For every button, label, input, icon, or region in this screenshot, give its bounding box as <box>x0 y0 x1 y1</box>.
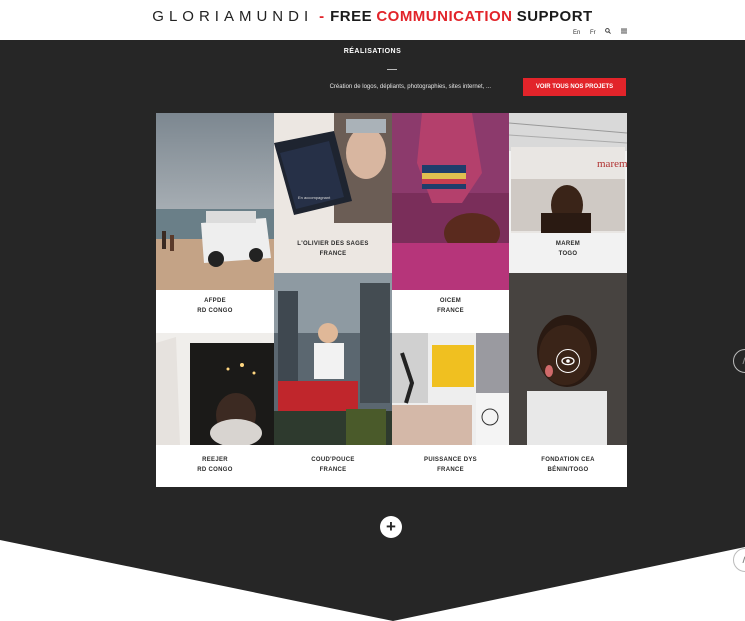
project-place: FRANCE <box>437 308 464 314</box>
project-name: AFPDE <box>204 298 226 304</box>
site-logo[interactable]: GLORIAMUNDI - FREE COMMUNICATION SUPPORT <box>0 8 745 25</box>
project-label-coudpouce-text: COUD'POUCE FRANCE <box>274 455 392 475</box>
project-place: BÉNIN/TOGO <box>547 467 589 473</box>
section-title: RÉALISATIONS <box>343 48 402 55</box>
project-photo-afpde[interactable] <box>156 113 274 290</box>
show-more-button[interactable]: + <box>380 516 402 538</box>
project-name: MAREM <box>555 241 581 247</box>
menu-icon[interactable] <box>621 28 627 36</box>
lang-en-link[interactable]: En <box>573 30 580 36</box>
project-photo-olivier[interactable]: En accompagnant L'OLIVIER DES SAGES FRAN… <box>274 113 392 273</box>
project-label-fondation-cea[interactable]: FONDATION CEA BÉNIN/TOGO <box>509 445 627 487</box>
project-place: TOGO <box>558 251 578 257</box>
project-place: FRANCE <box>319 467 347 473</box>
project-place: RD CONGO <box>197 467 233 473</box>
lang-fr-link[interactable]: Fr <box>590 30 596 36</box>
project-place: FRANCE <box>437 467 464 473</box>
project-name: FONDATION CEA <box>541 457 595 463</box>
project-name: PUISSANCE DYS <box>424 457 477 463</box>
project-label-puissance-dys-text: PUISSANCE DYS FRANCE <box>392 455 509 475</box>
project-photo-oicem[interactable] <box>392 113 509 290</box>
project-name: L'OLIVIER DES SAGES <box>297 241 369 247</box>
project-label-oicem-text: OICEM FRANCE <box>392 296 509 316</box>
site-header: GLORIAMUNDI - FREE COMMUNICATION SUPPORT E… <box>0 0 745 40</box>
project-name: REEJER <box>202 457 228 463</box>
project-label-afpde-text: AFPDE RD CONGO <box>156 296 274 316</box>
tagline-support: SUPPORT <box>516 8 593 25</box>
marem-sign: marem <box>597 158 627 170</box>
project-name: OICEM <box>439 298 462 304</box>
projects-grid: En accompagnant L'OLIVIER DES SAGES FRAN… <box>156 113 627 487</box>
project-label-reejer-text: REEJER RD CONGO <box>156 455 274 475</box>
project-photo-reejer[interactable] <box>156 333 274 445</box>
view-project-eye-icon[interactable] <box>556 349 580 373</box>
project-place: RD CONGO <box>197 308 233 314</box>
tagline-free: FREE <box>330 8 373 25</box>
project-label-coudpouce-area[interactable]: COUD'POUCE FRANCE <box>274 445 392 487</box>
brand-name: GLORIAMUNDI <box>152 8 314 25</box>
view-all-projects-button[interactable]: VOIR TOUS NOS PROJETS <box>523 78 626 96</box>
project-label-puissance-dys[interactable]: PUISSANCE DYS FRANCE <box>392 445 509 487</box>
project-photo-puissance-dys[interactable] <box>392 333 509 445</box>
project-photo-coudpouce[interactable]: COUD'POUCE FRANCE <box>274 273 392 445</box>
tagline-communication: COMMUNICATION <box>376 8 513 25</box>
project-label-marem: MAREM TOGO <box>509 239 627 259</box>
top-nav: En Fr <box>565 28 627 36</box>
project-label-reejer[interactable]: REEJER RD CONGO <box>156 445 274 487</box>
logo-separator: - <box>319 8 325 25</box>
project-photo-marem[interactable]: marem MAREM TOGO <box>509 113 627 273</box>
project-place: FRANCE <box>319 251 347 257</box>
project-label-olivier: L'OLIVIER DES SAGES FRANCE <box>274 239 392 259</box>
title-divider <box>387 69 397 70</box>
svg-text:En accompagnant: En accompagnant <box>298 195 331 200</box>
project-name: COUD'POUCE <box>311 457 355 463</box>
project-label-fondation-cea-text: FONDATION CEA BÉNIN/TOGO <box>509 455 627 475</box>
section-subtitle: Création de logos, dépliants, photograph… <box>329 84 491 90</box>
search-icon[interactable] <box>605 28 612 36</box>
back-to-top-arrow-icon[interactable]: ∧ <box>733 548 745 572</box>
